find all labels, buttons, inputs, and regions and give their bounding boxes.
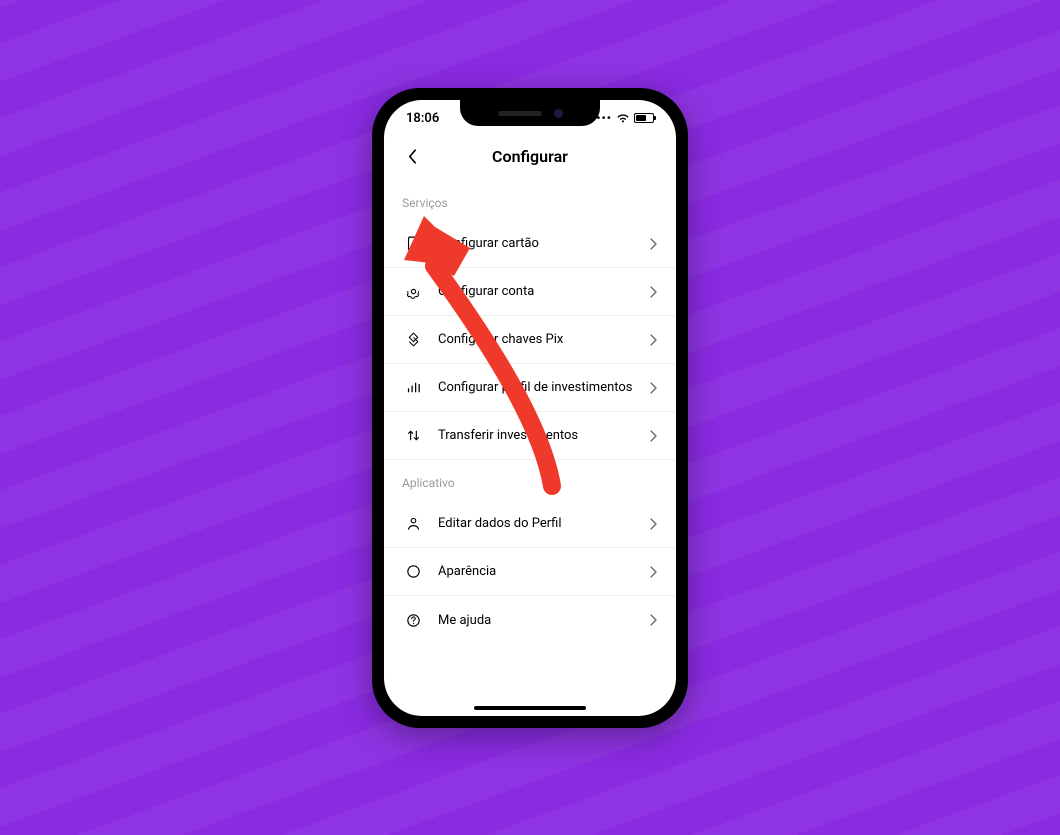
investments-icon	[402, 377, 424, 399]
section-header-app: Aplicativo	[384, 460, 676, 500]
appearance-icon	[402, 561, 424, 583]
phone-screen: 18:06 ••• Configurar Serviços	[384, 100, 676, 716]
chevron-right-icon	[650, 382, 658, 394]
item-configurar-chaves-pix[interactable]: Configurar chaves Pix	[384, 316, 676, 364]
phone-notch	[460, 100, 600, 126]
item-editar-dados-perfil[interactable]: Editar dados do Perfil	[384, 500, 676, 548]
chevron-right-icon	[650, 566, 658, 578]
home-indicator[interactable]	[474, 706, 586, 710]
account-icon	[402, 281, 424, 303]
list-item-label: Aparência	[438, 564, 650, 579]
item-aparencia[interactable]: Aparência	[384, 548, 676, 596]
content-area: Serviços Configurar cartão Configurar co…	[384, 180, 676, 716]
transfer-icon	[402, 425, 424, 447]
card-icon	[402, 233, 424, 255]
list-item-label: Configurar conta	[438, 284, 650, 299]
chevron-right-icon	[650, 614, 658, 626]
speaker-grill	[498, 111, 542, 116]
wifi-icon	[616, 113, 630, 124]
status-time: 18:06	[406, 111, 439, 126]
chevron-right-icon	[650, 334, 658, 346]
item-configurar-perfil-investimentos[interactable]: Configurar perfil de investimentos	[384, 364, 676, 412]
item-transferir-investimentos[interactable]: Transferir investimentos	[384, 412, 676, 460]
battery-fill	[636, 115, 646, 121]
status-right: •••	[596, 111, 654, 125]
nav-header: Configurar	[384, 136, 676, 176]
list-item-label: Editar dados do Perfil	[438, 516, 650, 531]
battery-icon	[634, 113, 654, 123]
page-title: Configurar	[492, 147, 568, 166]
list-item-label: Configurar cartão	[438, 236, 650, 251]
section-header-services: Serviços	[384, 180, 676, 220]
item-configurar-cartao[interactable]: Configurar cartão	[384, 220, 676, 268]
chevron-left-icon	[408, 149, 417, 164]
item-me-ajuda[interactable]: Me ajuda	[384, 596, 676, 644]
back-button[interactable]	[400, 144, 424, 168]
help-icon	[402, 609, 424, 631]
item-configurar-conta[interactable]: Configurar conta	[384, 268, 676, 316]
front-camera	[554, 109, 563, 118]
chevron-right-icon	[650, 518, 658, 530]
chevron-right-icon	[650, 430, 658, 442]
chevron-right-icon	[650, 286, 658, 298]
list-item-label: Me ajuda	[438, 613, 650, 628]
pix-icon	[402, 329, 424, 351]
phone-frame: 18:06 ••• Configurar Serviços	[372, 88, 688, 728]
chevron-right-icon	[650, 238, 658, 250]
profile-icon	[402, 513, 424, 535]
list-item-label: Transferir investimentos	[438, 428, 650, 443]
list-item-label: Configurar perfil de investimentos	[438, 380, 650, 395]
list-item-label: Configurar chaves Pix	[438, 332, 650, 347]
